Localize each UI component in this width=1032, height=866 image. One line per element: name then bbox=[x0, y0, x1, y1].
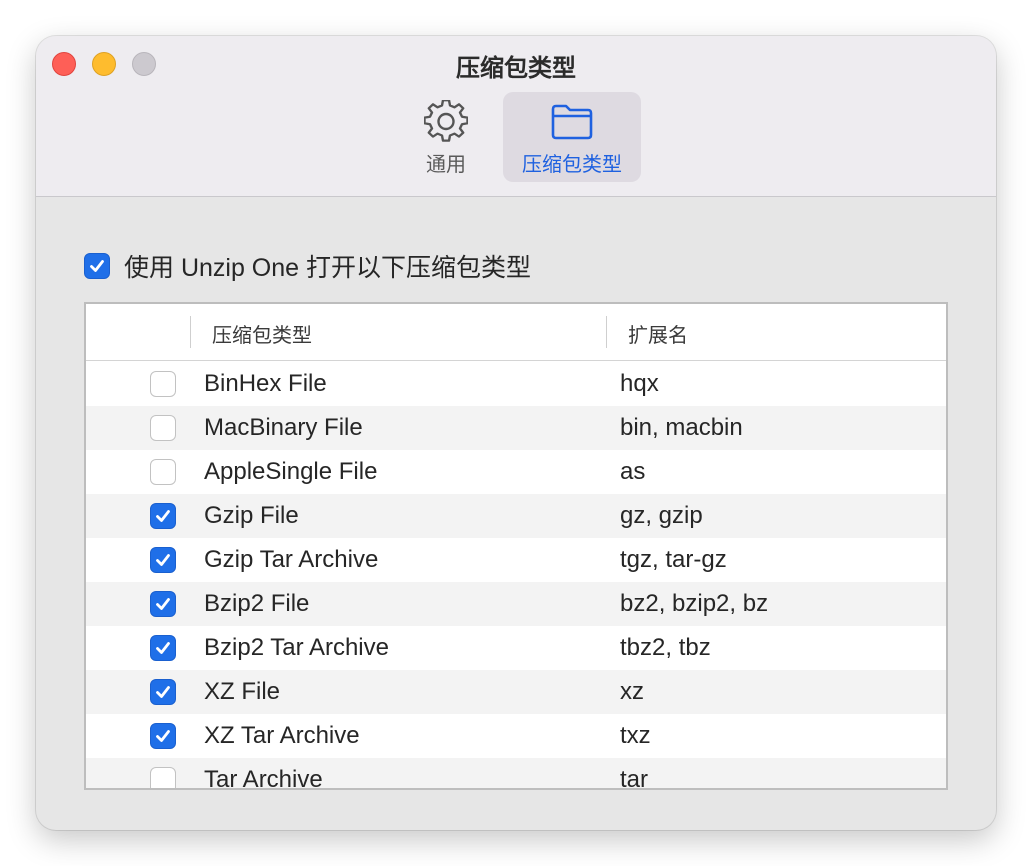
checkmark-icon bbox=[156, 554, 170, 566]
archive-type-name: Bzip2 File bbox=[204, 590, 310, 617]
archive-extensions: as bbox=[620, 458, 646, 485]
row-checkbox[interactable] bbox=[150, 503, 176, 529]
table-row[interactable]: XZ Tar Archive txz bbox=[86, 714, 946, 758]
row-checkbox[interactable] bbox=[150, 635, 176, 661]
window-title: 压缩包类型 bbox=[456, 55, 576, 82]
table-row[interactable]: MacBinary File bin, macbin bbox=[86, 406, 946, 450]
checkmark-icon bbox=[156, 686, 170, 698]
table-row[interactable]: Gzip Tar Archive tgz, tar-gz bbox=[86, 538, 946, 582]
table-row[interactable]: Tar Archive tar bbox=[86, 758, 946, 790]
tab-archive-types[interactable]: 压缩包类型 bbox=[503, 92, 641, 182]
column-header-extension[interactable]: 扩展名 bbox=[628, 319, 688, 348]
archive-extensions: tgz, tar-gz bbox=[620, 546, 727, 573]
table-row[interactable]: Bzip2 File bz2, bzip2, bz bbox=[86, 582, 946, 626]
table-body: BinHex File hqx MacBinary File bin, macbin A… bbox=[86, 362, 946, 790]
archive-type-name: XZ Tar Archive bbox=[204, 722, 360, 749]
archive-extensions: tbz2, tbz bbox=[620, 634, 711, 661]
row-checkbox[interactable] bbox=[150, 415, 176, 441]
checkmark-icon bbox=[90, 260, 104, 272]
table-row[interactable]: BinHex File hqx bbox=[86, 362, 946, 406]
column-divider bbox=[606, 316, 607, 348]
archive-extensions: xz bbox=[620, 678, 644, 705]
column-divider bbox=[190, 316, 191, 348]
archive-type-name: Tar Archive bbox=[204, 766, 323, 790]
titlebar-toolbar: 压缩包类型 通用 压缩包类型 bbox=[36, 36, 996, 197]
checkmark-icon bbox=[156, 510, 170, 522]
row-checkbox[interactable] bbox=[150, 591, 176, 617]
row-checkbox[interactable] bbox=[150, 459, 176, 485]
row-checkbox[interactable] bbox=[150, 723, 176, 749]
archive-extensions: gz, gzip bbox=[620, 502, 703, 529]
gear-icon bbox=[424, 100, 468, 142]
archive-extensions: txz bbox=[620, 722, 651, 749]
archive-type-name: BinHex File bbox=[204, 370, 327, 397]
watermark: CSDN @fishycx bbox=[899, 804, 986, 818]
archive-type-name: AppleSingle File bbox=[204, 458, 378, 485]
tab-archive-types-label: 压缩包类型 bbox=[522, 154, 622, 176]
tab-general[interactable]: 通用 bbox=[404, 92, 488, 182]
archive-type-name: Gzip File bbox=[204, 502, 299, 529]
table-row[interactable]: Bzip2 Tar Archive tbz2, tbz bbox=[86, 626, 946, 670]
folder-icon bbox=[551, 104, 593, 140]
tab-general-label: 通用 bbox=[426, 154, 466, 176]
row-checkbox[interactable] bbox=[150, 371, 176, 397]
archive-type-name: Bzip2 Tar Archive bbox=[204, 634, 389, 661]
checkmark-icon bbox=[156, 730, 170, 742]
archive-extensions: bin, macbin bbox=[620, 414, 743, 441]
row-checkbox[interactable] bbox=[150, 767, 176, 788]
enable-archive-types-label: 使用 Unzip One 打开以下压缩包类型 bbox=[124, 254, 532, 282]
checkmark-icon bbox=[156, 598, 170, 610]
table-header: 压缩包类型 扩展名 bbox=[86, 304, 946, 361]
row-checkbox[interactable] bbox=[150, 547, 176, 573]
enable-archive-types-option[interactable]: 使用 Unzip One 打开以下压缩包类型 bbox=[84, 248, 531, 284]
column-header-type[interactable]: 压缩包类型 bbox=[212, 319, 312, 348]
archive-type-name: Gzip Tar Archive bbox=[204, 546, 379, 573]
enable-archive-types-checkbox[interactable] bbox=[84, 253, 110, 279]
table-row[interactable]: AppleSingle File as bbox=[86, 450, 946, 494]
preferences-window: 压缩包类型 通用 压缩包类型 使用 Unzip One 打开以下压缩包类型 压缩… bbox=[36, 36, 996, 830]
archive-extensions: hqx bbox=[620, 370, 659, 397]
archive-types-table[interactable]: 压缩包类型 扩展名 BinHex File hqx MacBinary File bi… bbox=[84, 302, 948, 790]
archive-extensions: bz2, bzip2, bz bbox=[620, 590, 769, 617]
checkmark-icon bbox=[156, 642, 170, 654]
archive-extensions: tar bbox=[620, 766, 649, 790]
archive-type-name: MacBinary File bbox=[204, 414, 363, 441]
table-row[interactable]: XZ File xz bbox=[86, 670, 946, 714]
table-row[interactable]: Gzip File gz, gzip bbox=[86, 494, 946, 538]
row-checkbox[interactable] bbox=[150, 679, 176, 705]
archive-type-name: XZ File bbox=[204, 678, 281, 705]
